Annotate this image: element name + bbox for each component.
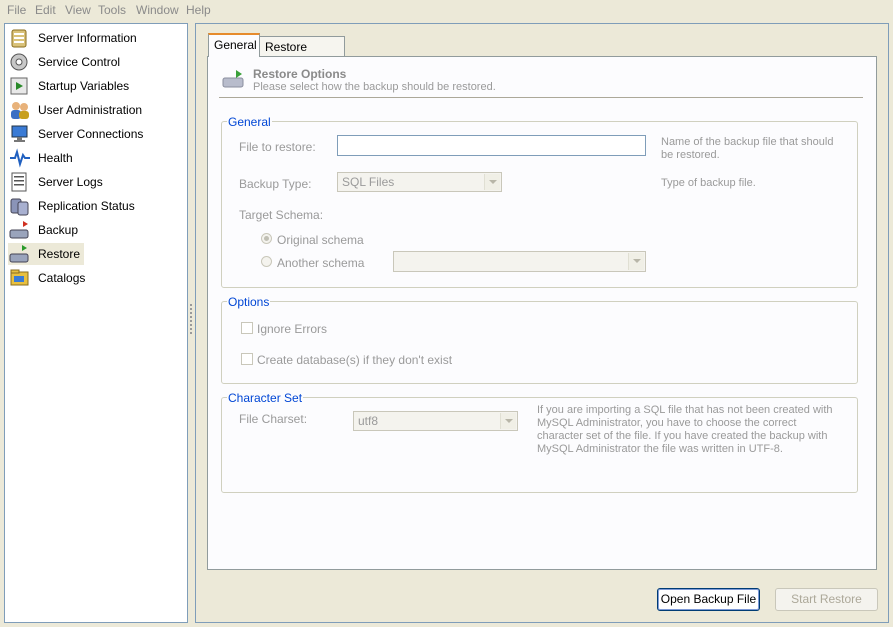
splitter-handle[interactable] — [189, 300, 194, 348]
users-icon — [8, 99, 32, 121]
ignore-errors-checkbox[interactable] — [241, 322, 253, 334]
create-database-label: Create database(s) if they don't exist — [257, 353, 453, 367]
sidebar-item-label: Backup — [38, 223, 79, 237]
startup-variables-icon — [8, 75, 32, 97]
catalogs-icon — [8, 267, 32, 289]
file-charset-desc: If you are importing a SQL file that has… — [537, 404, 833, 455]
sidebar-item-label: Server Information — [38, 31, 137, 45]
logs-icon — [8, 171, 32, 193]
menu-file[interactable]: File — [7, 3, 26, 17]
backup-icon — [8, 219, 32, 241]
server-info-icon — [8, 27, 32, 49]
file-charset-value: utf8 — [358, 414, 379, 428]
sidebar-item-label: Catalogs — [38, 271, 86, 285]
backup-type-label: Backup Type: — [239, 177, 312, 191]
file-to-restore-label: File to restore: — [239, 140, 316, 154]
open-backup-file-button[interactable]: Open Backup File — [657, 588, 760, 611]
sidebar-item-backup[interactable]: Backup — [8, 219, 78, 241]
target-schema-label: Target Schema: — [239, 208, 324, 222]
menu-tools[interactable]: Tools — [98, 3, 126, 17]
sidebar-item-label: Health — [38, 151, 73, 165]
page-title: Restore Options — [253, 67, 347, 81]
charset-group-title: Character Set — [227, 391, 304, 405]
page-subtitle: Please select how the backup should be r… — [253, 81, 496, 93]
options-group — [221, 301, 858, 384]
menu-view[interactable]: View — [65, 3, 91, 17]
menu-help[interactable]: Help — [186, 3, 211, 17]
chevron-down-icon — [500, 413, 516, 429]
sidebar-item-health[interactable]: Health — [8, 147, 73, 169]
options-group-title: Options — [227, 295, 271, 309]
chevron-down-icon — [484, 174, 500, 190]
health-icon — [8, 147, 32, 169]
sidebar-item-restore[interactable]: Restore — [8, 243, 85, 265]
file-to-restore-input[interactable] — [337, 135, 646, 156]
sidebar-item-user-administration[interactable]: User Administration — [8, 99, 142, 121]
sidebar-item-label: User Administration — [38, 103, 143, 117]
sidebar-item-server-logs[interactable]: Server Logs — [8, 171, 103, 193]
replication-icon — [8, 195, 32, 217]
general-group-title: General — [227, 115, 272, 129]
file-to-restore-desc: Name of the backup file that should be r… — [661, 136, 834, 161]
menu-bar: File Edit View Tools Window Help — [0, 0, 893, 20]
sidebar-item-startup-variables[interactable]: Startup Variables — [8, 75, 129, 97]
another-schema-radio[interactable] — [261, 256, 272, 267]
another-schema-select[interactable] — [393, 251, 646, 272]
sidebar-item-server-information[interactable]: Server Information — [8, 27, 137, 49]
menu-edit[interactable]: Edit — [35, 3, 56, 17]
menu-window[interactable]: Window — [136, 3, 179, 17]
original-schema-label: Original schema — [277, 233, 364, 247]
sidebar-item-label: Service Control — [38, 55, 121, 69]
connections-icon — [8, 123, 32, 145]
sidebar-item-server-connections[interactable]: Server Connections — [8, 123, 143, 145]
sidebar: Server Information Service Control Start… — [4, 23, 188, 623]
sidebar-item-label: Server Logs — [38, 175, 103, 189]
sidebar-item-catalogs[interactable]: Catalogs — [8, 267, 85, 289]
tab-general[interactable]: General — [208, 33, 260, 57]
original-schema-radio[interactable] — [261, 233, 272, 244]
ignore-errors-label: Ignore Errors — [257, 322, 328, 336]
file-charset-label: File Charset: — [239, 412, 308, 426]
sidebar-item-label: Replication Status — [38, 199, 135, 213]
backup-type-value: SQL Files — [342, 175, 395, 189]
file-charset-select[interactable]: utf8 — [353, 411, 518, 431]
sidebar-item-replication-status[interactable]: Replication Status — [8, 195, 135, 217]
sidebar-item-service-control[interactable]: Service Control — [8, 51, 120, 73]
sidebar-item-label: Server Connections — [38, 127, 144, 141]
another-schema-label: Another schema — [277, 256, 365, 270]
backup-type-select[interactable]: SQL Files — [337, 172, 502, 192]
sidebar-item-label: Startup Variables — [38, 79, 130, 93]
header-divider — [219, 97, 863, 98]
restore-options-icon — [221, 68, 247, 95]
restore-icon — [8, 243, 32, 265]
create-database-checkbox[interactable] — [241, 353, 253, 365]
service-control-icon — [8, 51, 32, 73]
chevron-down-icon — [628, 253, 644, 270]
backup-type-desc: Type of backup file. — [661, 177, 756, 189]
start-restore-button[interactable]: Start Restore — [775, 588, 878, 611]
tab-restore-content[interactable]: Restore Content — [259, 36, 345, 68]
sidebar-item-label: Restore — [38, 247, 81, 261]
